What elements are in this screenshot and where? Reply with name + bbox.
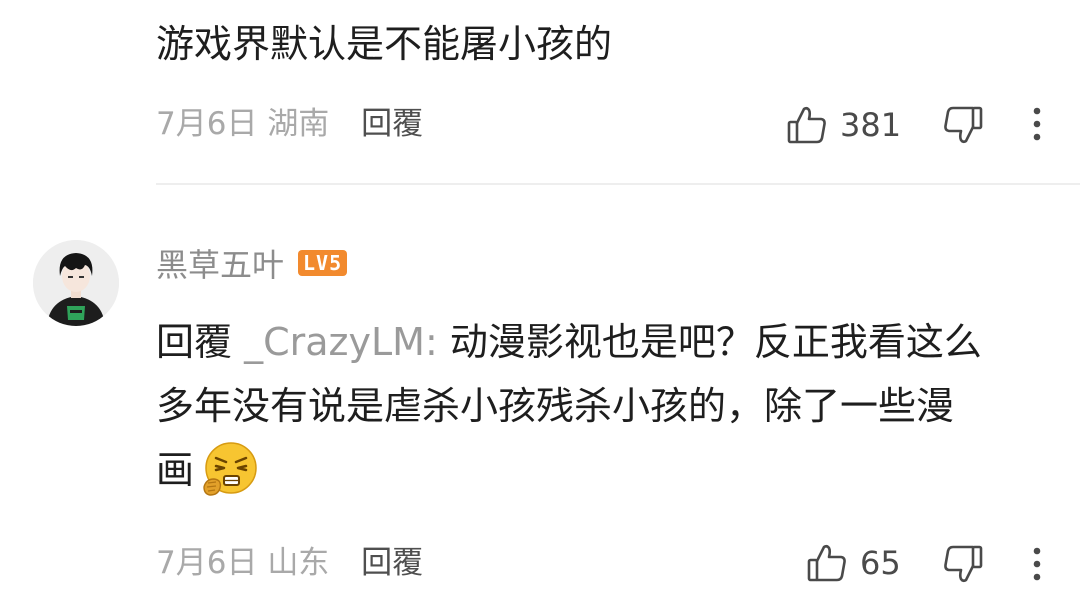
reply-target-username[interactable]: _CrazyLM: [244,320,438,364]
thumbs-up-icon [806,542,848,584]
comment-header: 黑草五叶 LV5 [156,238,348,288]
comment-text: 回覆 _CrazyLM: 动漫影视也是吧？反正我看这么 多年没有说是虐杀小孩残杀… [156,310,1036,502]
comment-date: 7月6日 [156,545,258,581]
like-count: 381 [840,106,902,144]
comment-meta: 7月6日 山东 回覆 [156,543,423,583]
reply-prefix: 回覆 [156,320,233,364]
comment-meta: 7月6日 湖南 回覆 [156,104,423,144]
like-button[interactable]: 381 [786,102,901,148]
frustrated-face-icon [202,441,258,497]
comment-divider [156,183,1080,185]
like-count: 65 [860,544,901,582]
dislike-button[interactable] [942,104,984,150]
comment-location: 湖南 [267,106,330,142]
avatar[interactable] [33,240,119,326]
thumbs-down-icon [942,545,984,589]
thumbs-down-icon [942,106,984,150]
more-options-button[interactable] [1030,106,1044,146]
comment-text-line: 回覆 _CrazyLM: 动漫影视也是吧？反正我看这么 [156,310,1036,374]
like-button[interactable]: 65 [806,540,901,586]
comment-body-line-2: 多年没有说是虐杀小孩残杀小孩的，除了一些漫 [156,384,955,428]
comment-body-line-1: 动漫影视也是吧？反正我看这么 [449,320,982,364]
comment-text-line: 多年没有说是虐杀小孩残杀小孩的，除了一些漫 [156,374,1036,438]
vertical-ellipsis-icon [1030,547,1044,586]
comment-text: 游戏界默认是不能屠小孩的 [156,22,613,66]
dislike-button[interactable] [942,543,984,589]
more-options-button[interactable] [1030,546,1044,586]
comment-text-line: 画 [156,438,1036,502]
comment-body-line-3: 画 [156,448,195,492]
reply-button[interactable]: 回覆 [361,106,423,142]
thumbs-up-icon [786,104,828,146]
comment-date: 7月6日 [156,106,258,142]
reply-button[interactable]: 回覆 [361,545,423,581]
username[interactable]: 黑草五叶 [156,240,284,286]
vertical-ellipsis-icon [1030,107,1044,146]
level-badge: LV5 [298,250,348,276]
comment-location: 山东 [267,545,330,581]
